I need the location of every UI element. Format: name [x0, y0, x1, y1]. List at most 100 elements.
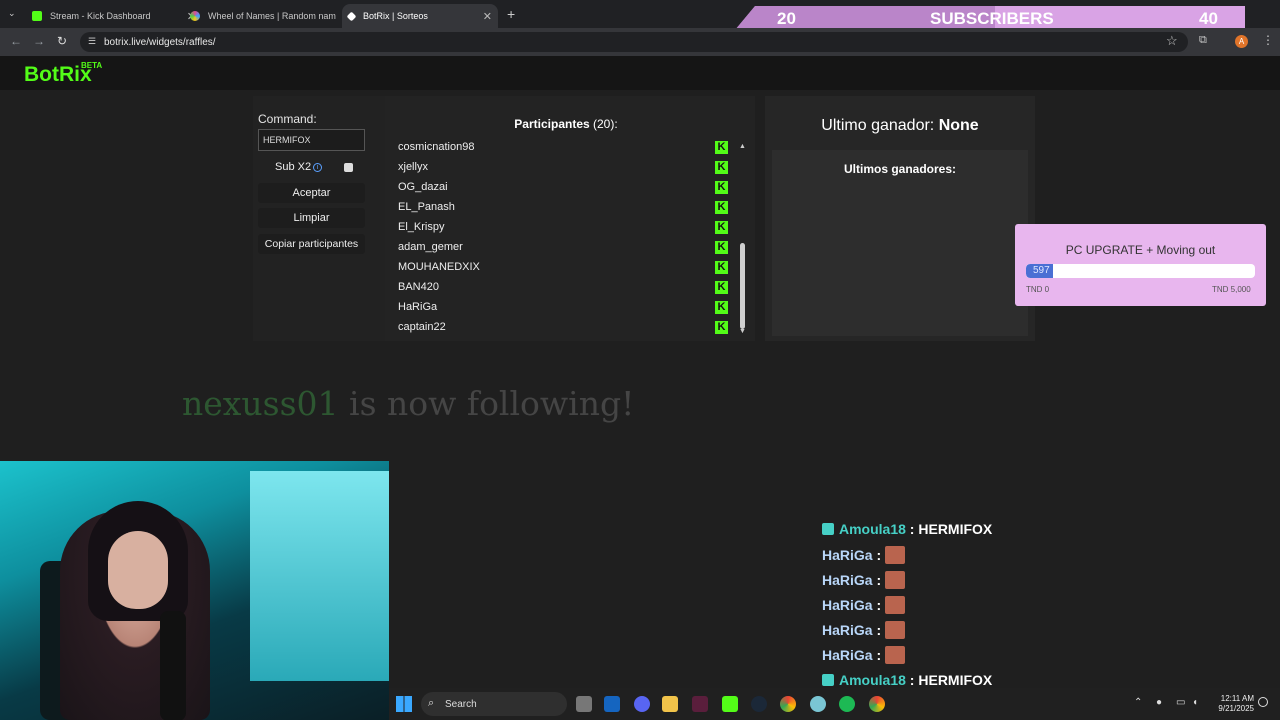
info-icon[interactable]: i [313, 163, 322, 172]
tab-botrix-sorteos[interactable]: BotRix | Sorteos ✕ [342, 4, 498, 28]
app-icon[interactable] [692, 696, 708, 712]
close-tab-icon[interactable]: ✕ [483, 10, 492, 23]
sub-x2-label: Sub X2 [275, 161, 312, 173]
microphone [160, 611, 186, 720]
follow-text: is now following! [349, 384, 635, 423]
url-text: botrix.live/widgets/raffles/ [104, 36, 216, 48]
profile-avatar[interactable]: A [1235, 35, 1248, 48]
microphone-icon[interactable]: ● [1156, 697, 1162, 708]
participants-list[interactable]: cosmicnation98 K xjellyx K OG_dazai K EL_Pa… [398, 140, 728, 336]
beta-badge: BETA [81, 61, 103, 70]
chat-message: HaRiGa : [822, 571, 906, 589]
chat-badge-icon [822, 523, 834, 535]
bookmark-star-icon[interactable]: ☆ [1166, 33, 1178, 49]
chat-message: Amoula18 : HERMIFOX [822, 521, 992, 537]
subscribers-current: 20 [777, 9, 796, 28]
browser-menu-icon[interactable]: ⋮ [1262, 33, 1274, 47]
search-icon: ⌕ [428, 697, 435, 709]
botrix-header [0, 56, 1280, 90]
emote-icon [885, 646, 906, 664]
chat-message: Amoula18 : HERMIFOX [822, 672, 992, 688]
emote-icon [885, 621, 906, 639]
scroll-down-icon[interactable]: ▼ [739, 328, 746, 335]
forward-icon[interactable]: → [33, 34, 45, 48]
participants-label: Participantes [514, 117, 590, 131]
list-item: El_Krispy K [398, 217, 728, 237]
list-item: xjellyx K [398, 157, 728, 177]
clock-time: 12:11 AM [1220, 694, 1254, 703]
last-winner-label: Ultimo ganador: [821, 117, 935, 134]
goal-max-label: TND 5,000 [1212, 285, 1251, 294]
file-explorer-icon[interactable] [662, 696, 678, 712]
chat-message: HaRiGa : [822, 596, 906, 614]
taskbar-clock[interactable]: 12:11 AM 9/21/2025 [1212, 694, 1254, 714]
sub-x2-checkbox[interactable] [344, 163, 353, 172]
task-view-icon[interactable] [576, 696, 592, 712]
participants-scrollbar[interactable]: ▲ ▼ [739, 143, 747, 339]
kick-icon: K [715, 160, 728, 174]
kick-icon: K [715, 280, 728, 294]
goal-min-label: TND 0 [1026, 285, 1050, 294]
tab-wheel-of-names[interactable]: Wheel of Names | Random nam ✕ [184, 4, 360, 28]
spotify-icon[interactable] [839, 696, 855, 712]
windows-start-icon[interactable] [396, 696, 412, 712]
network-icon[interactable]: ▭ [1176, 697, 1185, 708]
emote-icon [885, 546, 906, 564]
list-item: cosmicnation98 K [398, 140, 728, 157]
list-item: BAN420 K [398, 277, 728, 297]
extensions-icon[interactable]: ⧉ [1199, 34, 1207, 47]
tray-chevron-icon[interactable]: ⌃ [1134, 697, 1142, 708]
last-winners-label: Ultimos ganadores: [843, 162, 957, 176]
back-icon[interactable]: ← [10, 34, 22, 48]
chat-message: HaRiGa : [822, 621, 906, 639]
subscribers-goal: 40 [1199, 9, 1218, 28]
botrix-favicon-icon [346, 11, 357, 21]
taskbar-search[interactable]: Search [421, 692, 567, 716]
kick-icon: K [715, 300, 728, 314]
command-input[interactable] [258, 129, 365, 151]
notifications-icon[interactable] [1258, 697, 1268, 707]
last-winner-value: None [938, 117, 979, 134]
steam-icon[interactable] [751, 696, 767, 712]
site-info-icon[interactable]: ☰ [88, 36, 96, 47]
list-item: MOUHANEDXIX K [398, 257, 728, 277]
wheel-favicon-icon [190, 11, 200, 21]
clock-date: 9/21/2025 [1218, 704, 1254, 713]
new-tab-icon[interactable]: + [507, 6, 515, 22]
kick-icon: K [715, 200, 728, 214]
tab-kick-dashboard[interactable]: Stream - Kick Dashboard ✕ [26, 4, 202, 28]
list-item: adam_gemer K [398, 237, 728, 257]
list-item: HaRiGa K [398, 297, 728, 317]
scroll-up-icon[interactable]: ▲ [739, 143, 746, 150]
follower-name: nexuss01 [182, 384, 339, 423]
command-label: Command: [258, 112, 317, 126]
chat-badge-icon [822, 674, 834, 686]
kick-app-icon[interactable] [722, 696, 738, 712]
participants-heading: Participantes (20): [385, 117, 747, 131]
chrome-profile-icon[interactable] [869, 696, 885, 712]
kick-icon: K [715, 180, 728, 194]
kick-icon: K [715, 220, 728, 234]
tab-list-icon[interactable]: ⌄ [8, 8, 16, 19]
url-bar[interactable]: botrix.live/widgets/raffles/ [80, 32, 1188, 52]
accept-button[interactable]: Aceptar [258, 183, 365, 203]
last-winner-heading: Ultimo ganador: None [765, 117, 1035, 135]
scroll-thumb[interactable] [740, 243, 745, 329]
goal-progress-track [1026, 264, 1255, 278]
discord-icon[interactable] [634, 696, 650, 712]
kick-favicon-icon [32, 11, 42, 21]
outlook-icon[interactable] [604, 696, 620, 712]
participants-count: (20) [593, 117, 615, 131]
chat-message: HaRiGa : [822, 546, 906, 564]
goal-current-value: 597 [1033, 265, 1050, 276]
subscribers-label: SUBSCRIBERS [930, 9, 1054, 28]
copy-participants-button[interactable]: Copiar participantes [258, 234, 365, 254]
reload-icon[interactable]: ↻ [57, 34, 67, 48]
chrome-icon[interactable] [780, 696, 796, 712]
emote-icon [885, 596, 906, 614]
emote-icon [885, 571, 906, 589]
volume-icon[interactable]: ◖ [1192, 697, 1198, 708]
clear-button[interactable]: Limpiar [258, 208, 365, 228]
chat-message: HaRiGa : [822, 646, 906, 664]
app2-icon[interactable] [810, 696, 826, 712]
